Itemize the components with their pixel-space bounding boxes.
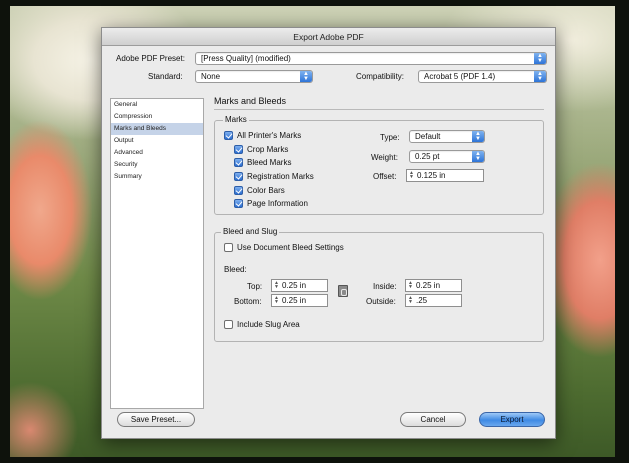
crop-marks-checkbox[interactable] [234, 145, 243, 154]
stepper-icon[interactable]: ▲ ▼ [273, 281, 280, 290]
offset-value: 0.125 in [417, 171, 446, 180]
use-document-bleed-checkbox[interactable] [224, 243, 233, 252]
sidebar-item-general[interactable]: General [111, 99, 203, 111]
outside-input[interactable]: ▲ ▼ .25 [405, 294, 462, 307]
bottom-value: 0.25 in [282, 296, 307, 305]
type-value: Default [415, 132, 441, 141]
standard-select[interactable]: None ▲ ▼ [195, 70, 313, 83]
bottom-input[interactable]: ▲ ▼ 0.25 in [271, 294, 328, 307]
sidebar-item-security[interactable]: Security [111, 159, 203, 171]
sidebar-item-compression[interactable]: Compression [111, 111, 203, 123]
sidebar-item-output[interactable]: Output [111, 135, 203, 147]
category-sidebar: General Compression Marks and Bleeds Out… [110, 98, 204, 409]
bleed-label: Bleed: [224, 265, 247, 274]
compatibility-value: Acrobat 5 (PDF 1.4) [424, 72, 496, 81]
sidebar-item-summary[interactable]: Summary [111, 171, 203, 183]
inside-input[interactable]: ▲ ▼ 0.25 in [405, 279, 462, 292]
standard-label: Standard: [148, 72, 183, 81]
preset-select[interactable]: [Press Quality] (modified) ▲ ▼ [195, 52, 547, 65]
standard-value: None [201, 72, 221, 81]
chevron-updown-icon: ▲ ▼ [300, 71, 312, 82]
include-slug-checkbox[interactable] [224, 320, 233, 329]
use-document-bleed-label: Use Document Bleed Settings [237, 243, 344, 252]
compatibility-label: Compatibility: [356, 72, 405, 81]
top-input[interactable]: ▲ ▼ 0.25 in [271, 279, 328, 292]
marks-group-title: Marks [223, 115, 249, 124]
bleed-slug-group-title: Bleed and Slug [221, 227, 280, 236]
all-printers-marks-label: All Printer's Marks [237, 131, 302, 140]
all-printers-marks-checkbox[interactable] [224, 131, 233, 140]
inside-value: 0.25 in [416, 281, 441, 290]
section-divider [214, 109, 544, 110]
type-label: Type: [380, 133, 400, 142]
inside-label: Inside: [373, 282, 397, 291]
outside-value: .25 [416, 296, 428, 305]
stepper-icon[interactable]: ▲ ▼ [273, 296, 280, 305]
offset-label: Offset: [373, 172, 397, 181]
export-button[interactable]: Export [479, 412, 545, 427]
outside-label: Outside: [366, 297, 396, 306]
chevron-updown-icon: ▲ ▼ [534, 53, 546, 64]
preset-label: Adobe PDF Preset: [116, 54, 185, 63]
type-select[interactable]: Default ▲ ▼ [409, 130, 485, 143]
sidebar-item-marks-and-bleeds[interactable]: Marks and Bleeds [111, 123, 203, 135]
bleed-marks-checkbox[interactable] [234, 158, 243, 167]
bleed-marks-label: Bleed Marks [247, 158, 292, 167]
cancel-button[interactable]: Cancel [400, 412, 466, 427]
registration-marks-label: Registration Marks [247, 172, 314, 181]
color-bars-checkbox[interactable] [234, 186, 243, 195]
link-chain-icon[interactable] [338, 285, 348, 297]
stepper-icon[interactable]: ▲ ▼ [408, 171, 415, 180]
preset-value: [Press Quality] (modified) [201, 54, 291, 63]
color-bars-label: Color Bars [247, 186, 285, 195]
sidebar-item-advanced[interactable]: Advanced [111, 147, 203, 159]
top-label: Top: [247, 282, 263, 291]
weight-label: Weight: [371, 153, 398, 162]
registration-marks-checkbox[interactable] [234, 172, 243, 181]
stepper-icon[interactable]: ▲ ▼ [407, 281, 414, 290]
chevron-updown-icon: ▲ ▼ [472, 151, 484, 162]
top-value: 0.25 in [282, 281, 307, 290]
weight-select[interactable]: 0.25 pt ▲ ▼ [409, 150, 485, 163]
chevron-updown-icon: ▲ ▼ [534, 71, 546, 82]
stepper-icon[interactable]: ▲ ▼ [407, 296, 414, 305]
page-information-checkbox[interactable] [234, 199, 243, 208]
compatibility-select[interactable]: Acrobat 5 (PDF 1.4) ▲ ▼ [418, 70, 547, 83]
section-title: Marks and Bleeds [214, 96, 287, 106]
include-slug-label: Include Slug Area [237, 320, 300, 329]
offset-input[interactable]: ▲ ▼ 0.125 in [406, 169, 484, 182]
weight-value: 0.25 pt [415, 152, 440, 161]
save-preset-button[interactable]: Save Preset... [117, 412, 195, 427]
window-title: Export Adobe PDF [102, 28, 555, 46]
export-pdf-dialog: Export Adobe PDF Adobe PDF Preset: [Pres… [101, 27, 556, 439]
crop-marks-label: Crop Marks [247, 145, 289, 154]
bottom-label: Bottom: [234, 297, 262, 306]
chevron-updown-icon: ▲ ▼ [472, 131, 484, 142]
page-information-label: Page Information [247, 199, 308, 208]
